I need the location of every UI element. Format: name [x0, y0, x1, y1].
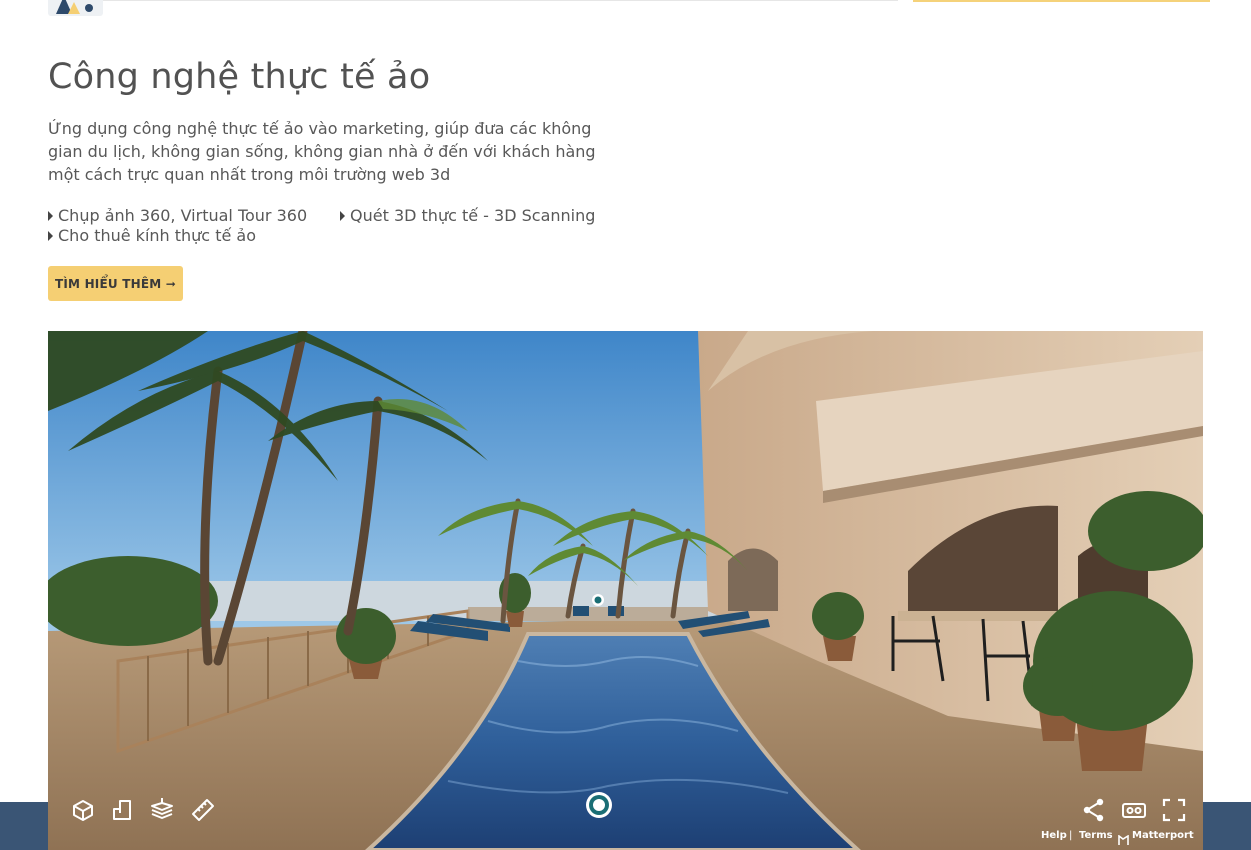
feature-item: Quét 3D thực tế - 3D Scanning [340, 206, 595, 225]
feature-item: Chụp ảnh 360, Virtual Tour 360 [48, 206, 307, 225]
dollhouse-button[interactable] [70, 797, 96, 823]
share-button[interactable] [1081, 797, 1107, 823]
site-logo[interactable] [48, 0, 103, 16]
page-description: Ứng dụng công nghệ thực tế ảo vào market… [48, 119, 596, 184]
feature-label: Cho thuê kính thực tế ảo [58, 226, 256, 245]
floorplan-button[interactable] [109, 797, 135, 823]
panorama-image[interactable] [48, 331, 1203, 850]
feature-item: Cho thuê kính thực tế ảo [48, 226, 256, 245]
vr-icon [1122, 803, 1146, 818]
feature-label: Chụp ảnh 360, Virtual Tour 360 [58, 206, 308, 225]
header-divider [103, 0, 898, 1]
logo-icon [56, 0, 93, 14]
position-marker-icon [586, 792, 612, 818]
floorplan-icon [113, 800, 131, 820]
hotspot-icon [592, 594, 604, 606]
floor-selector-button[interactable] [149, 797, 175, 823]
learn-more-button[interactable]: TÌM HIỂU THÊM ➞ [48, 266, 183, 301]
measure-button[interactable] [190, 797, 216, 823]
link-separator: | [1069, 830, 1073, 841]
terms-link[interactable]: Terms [1079, 830, 1113, 841]
virtual-tour-viewer[interactable]: Help | Terms Matterport [48, 331, 1203, 850]
fullscreen-icon [1162, 798, 1186, 822]
feature-label: Quét 3D thực tế - 3D Scanning [350, 206, 596, 225]
page-title: Công nghệ thực tế ảo [48, 57, 431, 97]
caret-right-icon [48, 230, 53, 241]
matterport-logo-icon [1118, 831, 1129, 850]
vr-mode-button[interactable] [1121, 797, 1147, 823]
header-accent-bar [913, 0, 1210, 2]
help-link[interactable]: Help [1041, 830, 1067, 841]
matterport-link[interactable]: Matterport [1132, 830, 1194, 841]
share-icon [1083, 798, 1104, 822]
dollhouse-icon [73, 800, 93, 821]
caret-right-icon [340, 210, 345, 221]
current-position-marker[interactable] [585, 791, 613, 823]
caret-right-icon [48, 210, 53, 221]
floor-selector-icon [151, 798, 173, 819]
navigation-hotspot[interactable] [591, 592, 605, 611]
measure-icon [192, 799, 214, 821]
fullscreen-button[interactable] [1161, 797, 1187, 823]
